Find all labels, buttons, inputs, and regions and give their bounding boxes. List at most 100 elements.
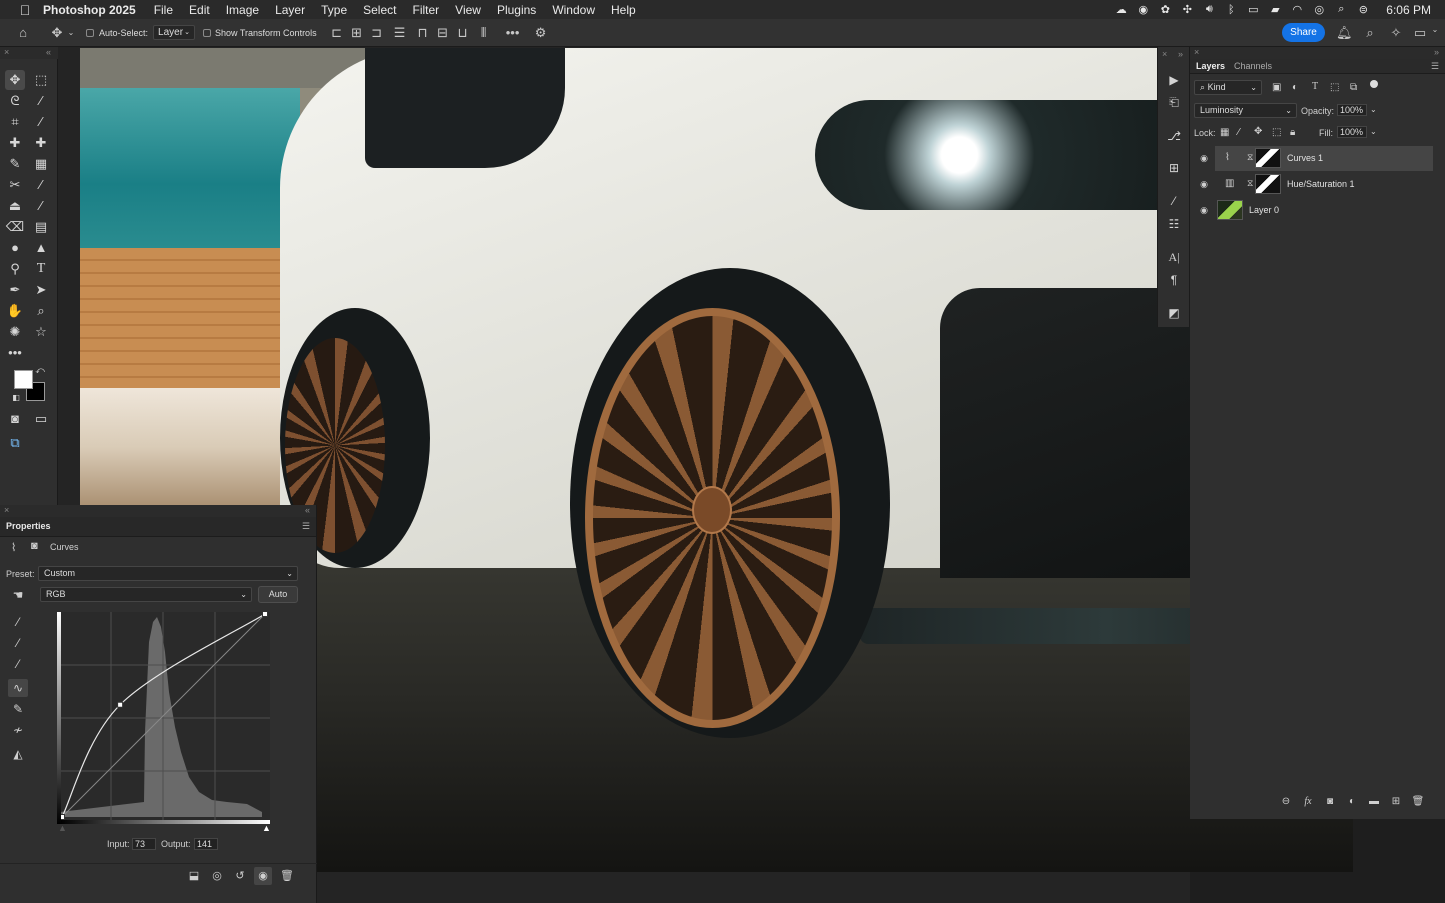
more-tools-icon[interactable]: ••• bbox=[5, 343, 25, 363]
history-brush-icon[interactable]: ⁄ bbox=[31, 196, 51, 216]
align-left-icon[interactable]: ⊏ bbox=[327, 25, 347, 41]
menu-filter[interactable]: Filter bbox=[404, 3, 447, 17]
collapse-icon[interactable]: « bbox=[46, 47, 51, 57]
link-icon[interactable]: ⧖ bbox=[1247, 178, 1253, 189]
workspace-icon[interactable]: ▭ bbox=[1412, 25, 1428, 41]
align-bottom-icon[interactable]: ⊔ bbox=[453, 25, 473, 41]
generative-fill-icon[interactable]: ✺ bbox=[5, 322, 25, 342]
gray-point-eyedropper-icon[interactable]: ⁄ bbox=[8, 634, 28, 652]
status-circle-icon[interactable]: ◉ bbox=[1132, 3, 1154, 16]
close-icon[interactable]: × bbox=[1162, 49, 1167, 59]
reset-icon[interactable]: ↺ bbox=[231, 867, 249, 885]
chevron-down-icon[interactable]: ⌄ bbox=[1430, 25, 1440, 34]
swap-colors-icon[interactable]: ⤺ bbox=[34, 364, 46, 376]
close-icon[interactable]: × bbox=[4, 505, 9, 515]
home-icon[interactable]: ⌂ bbox=[12, 25, 34, 40]
wifi-icon[interactable]: ◠ bbox=[1286, 3, 1308, 16]
output-value-field[interactable]: 141 bbox=[194, 838, 218, 850]
menu-file[interactable]: File bbox=[146, 3, 181, 17]
scissors-icon[interactable]: ✂ bbox=[5, 175, 25, 195]
link-icon[interactable]: ⧖ bbox=[1247, 152, 1253, 163]
menu-window[interactable]: Window bbox=[544, 3, 603, 17]
chevron-down-icon[interactable]: ⌄ bbox=[1370, 105, 1377, 114]
targeted-adjustment-icon[interactable]: ☚ bbox=[8, 586, 28, 604]
lock-artboard-icon[interactable]: ⬚ bbox=[1272, 127, 1281, 138]
collapse-icon[interactable]: » bbox=[1434, 47, 1439, 57]
more-options-icon[interactable]: ••• bbox=[503, 25, 523, 40]
menu-clock[interactable]: 6:06 PM bbox=[1386, 3, 1431, 17]
apple-icon[interactable]:  bbox=[14, 2, 36, 18]
trash-icon[interactable]: 🗑︎ bbox=[278, 867, 296, 885]
lock-transparent-icon[interactable]: ▦ bbox=[1220, 127, 1229, 138]
close-icon[interactable]: × bbox=[1194, 47, 1199, 57]
paint-brush-icon[interactable]: ⁄ bbox=[31, 175, 51, 195]
clipping-warning-icon[interactable]: ◭ bbox=[8, 745, 28, 763]
opacity-input[interactable]: 100% bbox=[1337, 104, 1367, 116]
move-tool-icon[interactable]: ✥ bbox=[5, 70, 25, 90]
extension-icon[interactable]: ✿ bbox=[1154, 3, 1176, 16]
layer-row-hue-saturation[interactable]: ◉ ▥ ⧖ Hue/Saturation 1 bbox=[1200, 172, 1433, 197]
menu-select[interactable]: Select bbox=[355, 3, 404, 17]
layer-mask-thumbnail[interactable] bbox=[1255, 174, 1281, 194]
menu-plugins[interactable]: Plugins bbox=[489, 3, 544, 17]
panel-menu-icon[interactable]: ☰ bbox=[302, 521, 310, 532]
display-icon[interactable]: ▭ bbox=[1242, 3, 1264, 16]
sharpen-tool-icon[interactable]: ▲ bbox=[31, 238, 51, 258]
user-icon[interactable]: ◎ bbox=[1308, 3, 1330, 16]
gear-icon[interactable]: ⚙ bbox=[531, 25, 551, 41]
layer-name[interactable]: Layer 0 bbox=[1249, 205, 1279, 215]
mask-icon[interactable]: ◙ bbox=[31, 540, 38, 552]
move-tool-icon[interactable]: ✥ bbox=[48, 25, 66, 41]
clip-to-layer-icon[interactable]: ⬓ bbox=[185, 867, 203, 885]
tab-layers[interactable]: Layers bbox=[1196, 61, 1225, 71]
pattern-icon[interactable]: ▦ bbox=[31, 154, 51, 174]
type-tool-icon[interactable]: T bbox=[31, 259, 51, 279]
brushes-icon[interactable]: ⁄ bbox=[1164, 192, 1184, 210]
layer-mask-thumbnail[interactable] bbox=[1255, 148, 1281, 168]
new-layer-icon[interactable]: ⊞ bbox=[1388, 796, 1404, 810]
remove-tool-icon[interactable]: ✚ bbox=[31, 133, 51, 153]
layer-row-curves[interactable]: ◉ ⌇ ⧖ Curves 1 bbox=[1200, 146, 1433, 171]
search-icon[interactable]: ⌕ bbox=[1362, 25, 1378, 41]
filter-pixel-icon[interactable]: ▣ bbox=[1272, 82, 1281, 93]
filter-shape-icon[interactable]: ⬚ bbox=[1330, 82, 1339, 93]
curves-adjustment-icon[interactable]: ⌇ bbox=[11, 541, 16, 554]
channel-dropdown[interactable]: RGB ⌄ bbox=[40, 587, 252, 602]
lasso-tool-icon[interactable]: ᘓ bbox=[5, 91, 25, 111]
blend-mode-dropdown[interactable]: Luminosity ⌄ bbox=[1194, 103, 1297, 118]
blur-tool-icon[interactable]: ● bbox=[5, 238, 25, 258]
gradient-tool-icon[interactable]: ▤ bbox=[31, 217, 51, 237]
menu-edit[interactable]: Edit bbox=[181, 3, 218, 17]
trash-icon[interactable]: 🗑︎ bbox=[1410, 796, 1426, 810]
brush-tool-icon[interactable]: ✎ bbox=[5, 154, 25, 174]
curve-control-point[interactable] bbox=[262, 612, 268, 617]
new-group-icon[interactable]: ▬ bbox=[1366, 796, 1382, 810]
auto-select-checkbox[interactable] bbox=[86, 28, 94, 37]
discover-icon[interactable]: ✧ bbox=[1388, 25, 1404, 41]
filter-adjustment-icon[interactable]: ◐ bbox=[1292, 82, 1298, 93]
eyedropper-tool-icon[interactable]: ⁄ bbox=[31, 112, 51, 132]
tab-channels[interactable]: Channels bbox=[1234, 61, 1272, 71]
align-middle-v-icon[interactable]: ⊟ bbox=[433, 25, 453, 41]
lock-pixels-icon[interactable]: ⁄ bbox=[1238, 127, 1240, 138]
collapse-icon[interactable]: » bbox=[1178, 49, 1183, 59]
collapse-icon[interactable]: « bbox=[305, 505, 310, 515]
layer-name[interactable]: Hue/Saturation 1 bbox=[1287, 179, 1355, 189]
curves-graph[interactable] bbox=[57, 612, 270, 824]
notification-bell-icon[interactable]: 🔔︎ bbox=[1336, 25, 1353, 41]
menu-image[interactable]: Image bbox=[218, 3, 267, 17]
volume-icon[interactable]: 🔊︎ bbox=[1198, 3, 1220, 16]
character-icon[interactable]: A| bbox=[1164, 248, 1184, 266]
pinwheel-icon[interactable]: ✣ bbox=[1176, 3, 1198, 16]
default-colors-icon[interactable]: ◧ bbox=[10, 392, 22, 404]
menu-type[interactable]: Type bbox=[313, 3, 355, 17]
white-point-eyedropper-icon[interactable]: ⁄ bbox=[8, 655, 28, 673]
filter-type-icon[interactable]: T bbox=[1312, 81, 1318, 92]
tab-properties[interactable]: Properties bbox=[6, 521, 51, 531]
app-name-menu[interactable]: Photoshop 2025 bbox=[43, 3, 136, 17]
white-point-slider[interactable]: ▲ bbox=[262, 823, 271, 833]
dodge-tool-icon[interactable]: ⚲ bbox=[5, 259, 25, 279]
actions-play-icon[interactable]: ▶ bbox=[1164, 71, 1184, 89]
menu-layer[interactable]: Layer bbox=[267, 3, 313, 17]
chevron-down-icon[interactable]: ⌄ bbox=[66, 28, 76, 37]
